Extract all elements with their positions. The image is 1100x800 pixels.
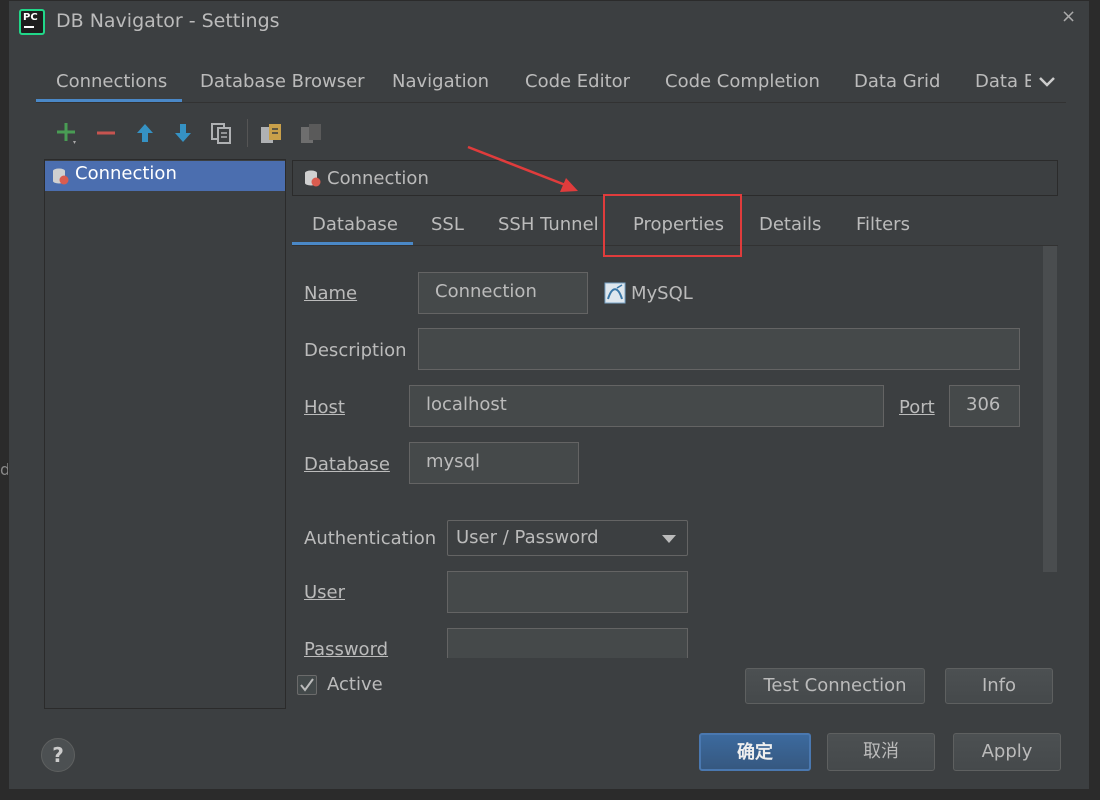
tab-details[interactable]: Details xyxy=(759,212,821,240)
remove-icon[interactable] xyxy=(95,121,119,145)
tab-database-browser[interactable]: Database Browser xyxy=(200,69,365,99)
tabs-divider xyxy=(36,102,1066,103)
ok-button[interactable]: 确定 xyxy=(699,733,811,771)
database-label-text: Database xyxy=(304,454,390,475)
host-label-text: Host xyxy=(304,397,345,418)
connection-header: Connection xyxy=(292,160,1058,196)
port-label-text: Port xyxy=(899,397,935,418)
settings-dialog: PC DB Navigator - Settings × Connections… xyxy=(8,0,1090,790)
move-up-icon[interactable] xyxy=(133,121,157,145)
tab-code-editor[interactable]: Code Editor xyxy=(525,69,630,99)
tab-filters[interactable]: Filters xyxy=(856,212,910,240)
database-label: Database xyxy=(304,454,390,475)
host-input[interactable]: localhost xyxy=(409,385,884,427)
list-item[interactable]: Connection xyxy=(45,161,285,191)
dropdown-arrow-icon xyxy=(662,535,676,543)
database-form: Name Connection MySQL Description Host l… xyxy=(292,246,1058,658)
mysql-icon xyxy=(604,282,626,304)
user-input[interactable] xyxy=(447,571,688,613)
tab-ssl[interactable]: SSL xyxy=(431,212,464,240)
tab-database[interactable]: Database xyxy=(312,212,398,240)
pycharm-app-icon: PC xyxy=(19,9,45,35)
info-button[interactable]: Info xyxy=(945,668,1053,704)
tab-code-completion[interactable]: Code Completion xyxy=(665,69,820,99)
database-input[interactable]: mysql xyxy=(409,442,579,484)
description-label: Description xyxy=(304,340,407,361)
database-connection-icon xyxy=(303,169,321,187)
help-icon[interactable]: ? xyxy=(41,738,75,772)
password-label: Password xyxy=(304,639,388,658)
chevron-down-icon[interactable] xyxy=(1037,71,1057,93)
password-input[interactable] xyxy=(447,628,688,658)
checkmark-icon xyxy=(300,678,314,692)
move-down-icon[interactable] xyxy=(171,121,195,145)
test-connection-button[interactable]: Test Connection xyxy=(745,668,925,704)
cancel-button[interactable]: 取消 xyxy=(827,733,935,771)
description-input[interactable] xyxy=(418,328,1020,370)
import-icon[interactable] xyxy=(299,121,323,145)
form-scrollbar[interactable] xyxy=(1043,246,1057,572)
authentication-select-value: User / Password xyxy=(456,527,599,548)
name-label-text: Name xyxy=(304,283,358,304)
tab-connections[interactable]: Connections xyxy=(56,69,167,99)
name-input[interactable]: Connection xyxy=(418,272,588,314)
add-icon[interactable] xyxy=(55,121,79,145)
db-type-label: MySQL xyxy=(631,283,693,304)
port-label: Port xyxy=(899,397,935,418)
user-label: User xyxy=(304,582,345,603)
authentication-select[interactable]: User / Password xyxy=(447,520,688,556)
apply-button[interactable]: Apply xyxy=(953,733,1061,771)
user-label-text: User xyxy=(304,582,346,603)
tab-data-grid[interactable]: Data Grid xyxy=(854,69,940,99)
name-label: Name xyxy=(304,283,357,304)
copy-icon[interactable] xyxy=(209,121,233,145)
authentication-label: Authentication xyxy=(304,528,437,549)
connection-list xyxy=(44,159,286,709)
active-checkbox[interactable] xyxy=(297,675,317,695)
active-label: Active xyxy=(327,674,383,695)
window-title: DB Navigator - Settings xyxy=(56,10,280,32)
export-icon[interactable] xyxy=(259,121,283,145)
tab-ssh-tunnel[interactable]: SSH Tunnel xyxy=(498,212,599,240)
database-connection-icon xyxy=(51,167,69,185)
port-input[interactable]: 306 xyxy=(949,385,1020,427)
connection-header-title: Connection xyxy=(327,168,429,189)
password-label-text: Password xyxy=(304,639,389,658)
list-item-label: Connection xyxy=(75,163,177,184)
toolbar-separator xyxy=(247,119,248,147)
tab-data-editor[interactable]: Data E xyxy=(975,69,1031,99)
close-icon[interactable]: × xyxy=(1061,6,1076,27)
annotation-arrow xyxy=(467,145,578,192)
tab-navigation[interactable]: Navigation xyxy=(392,69,489,99)
host-label: Host xyxy=(304,397,345,418)
